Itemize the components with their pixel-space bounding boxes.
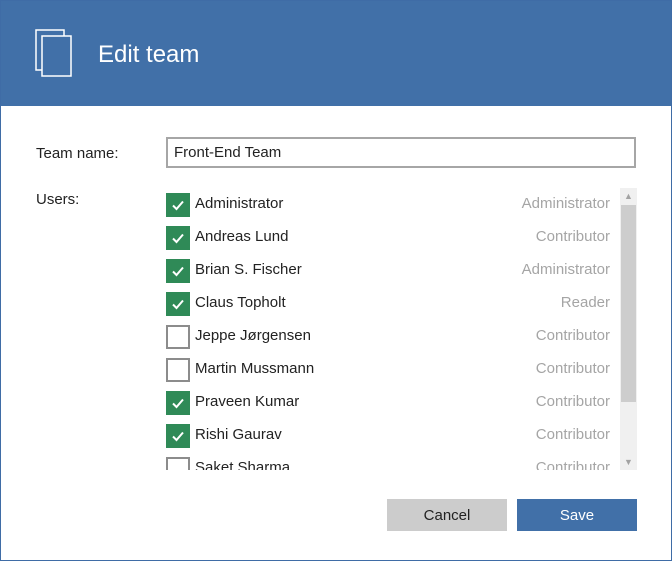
checkmark-icon bbox=[172, 299, 184, 310]
cancel-button[interactable]: Cancel bbox=[387, 499, 507, 531]
user-name: Administrator bbox=[195, 195, 284, 212]
user-name: Andreas Lund bbox=[195, 228, 289, 245]
scrollbar-thumb[interactable] bbox=[621, 205, 636, 402]
user-row[interactable]: Administrator Administrator bbox=[166, 188, 612, 221]
user-row[interactable]: Claus Topholt Reader bbox=[166, 287, 612, 320]
team-name-input[interactable] bbox=[166, 137, 636, 168]
user-checkbox[interactable] bbox=[166, 424, 190, 448]
documents-icon bbox=[35, 29, 72, 77]
user-row[interactable]: Praveen Kumar Contributor bbox=[166, 386, 612, 419]
user-name: Claus Topholt bbox=[195, 294, 286, 311]
user-row[interactable]: Andreas Lund Contributor bbox=[166, 221, 612, 254]
user-role: Contributor bbox=[535, 393, 610, 410]
user-name: Rishi Gaurav bbox=[195, 426, 282, 443]
user-checkbox[interactable] bbox=[166, 226, 190, 250]
users-label: Users: bbox=[36, 191, 80, 208]
user-row[interactable]: Rishi Gaurav Contributor bbox=[166, 419, 612, 452]
user-name: Brian S. Fischer bbox=[195, 261, 302, 278]
edit-team-dialog: Edit team Team name: Users: Administrato… bbox=[0, 0, 672, 561]
scroll-down-arrow-icon[interactable]: ▼ bbox=[620, 454, 637, 470]
user-name: Praveen Kumar bbox=[195, 393, 300, 410]
user-checkbox[interactable] bbox=[166, 259, 190, 283]
user-role: Administrator bbox=[521, 261, 610, 278]
user-checkbox[interactable] bbox=[166, 193, 190, 217]
team-name-label: Team name: bbox=[36, 145, 119, 162]
users-scrollbar[interactable]: ▲ ▼ bbox=[620, 188, 637, 470]
scroll-up-arrow-icon[interactable]: ▲ bbox=[620, 188, 637, 204]
user-row[interactable]: Jeppe Jørgensen Contributor bbox=[166, 320, 612, 353]
save-button[interactable]: Save bbox=[517, 499, 637, 531]
user-role: Reader bbox=[560, 294, 610, 311]
user-name: Martin Mussmann bbox=[195, 360, 315, 377]
checkmark-icon bbox=[172, 233, 184, 244]
user-role: Administrator bbox=[521, 195, 610, 212]
users-list[interactable]: Administrator Administrator Andreas Lund Co… bbox=[166, 188, 637, 470]
user-checkbox[interactable] bbox=[166, 358, 190, 382]
user-role: Contributor bbox=[535, 459, 610, 470]
user-row[interactable]: Brian S. Fischer Administrator bbox=[166, 254, 612, 287]
user-name: Saket Sharma bbox=[195, 459, 291, 470]
user-row[interactable]: Martin Mussmann Contributor bbox=[166, 353, 612, 386]
user-role: Contributor bbox=[535, 426, 610, 443]
user-role: Contributor bbox=[535, 228, 610, 245]
checkmark-icon bbox=[172, 200, 184, 211]
user-checkbox[interactable] bbox=[166, 325, 190, 349]
checkmark-icon bbox=[172, 398, 184, 409]
user-checkbox[interactable] bbox=[166, 391, 190, 415]
dialog-title: Edit team bbox=[98, 41, 200, 68]
user-checkbox[interactable] bbox=[166, 292, 190, 316]
user-name: Jeppe Jørgensen bbox=[195, 327, 311, 344]
user-role: Contributor bbox=[535, 327, 610, 344]
user-checkbox[interactable] bbox=[166, 457, 190, 470]
checkmark-icon bbox=[172, 266, 184, 277]
dialog-header: Edit team bbox=[1, 1, 671, 106]
checkmark-icon bbox=[172, 431, 184, 442]
user-row[interactable]: Saket Sharma Contributor bbox=[166, 452, 612, 470]
user-role: Contributor bbox=[535, 360, 610, 377]
